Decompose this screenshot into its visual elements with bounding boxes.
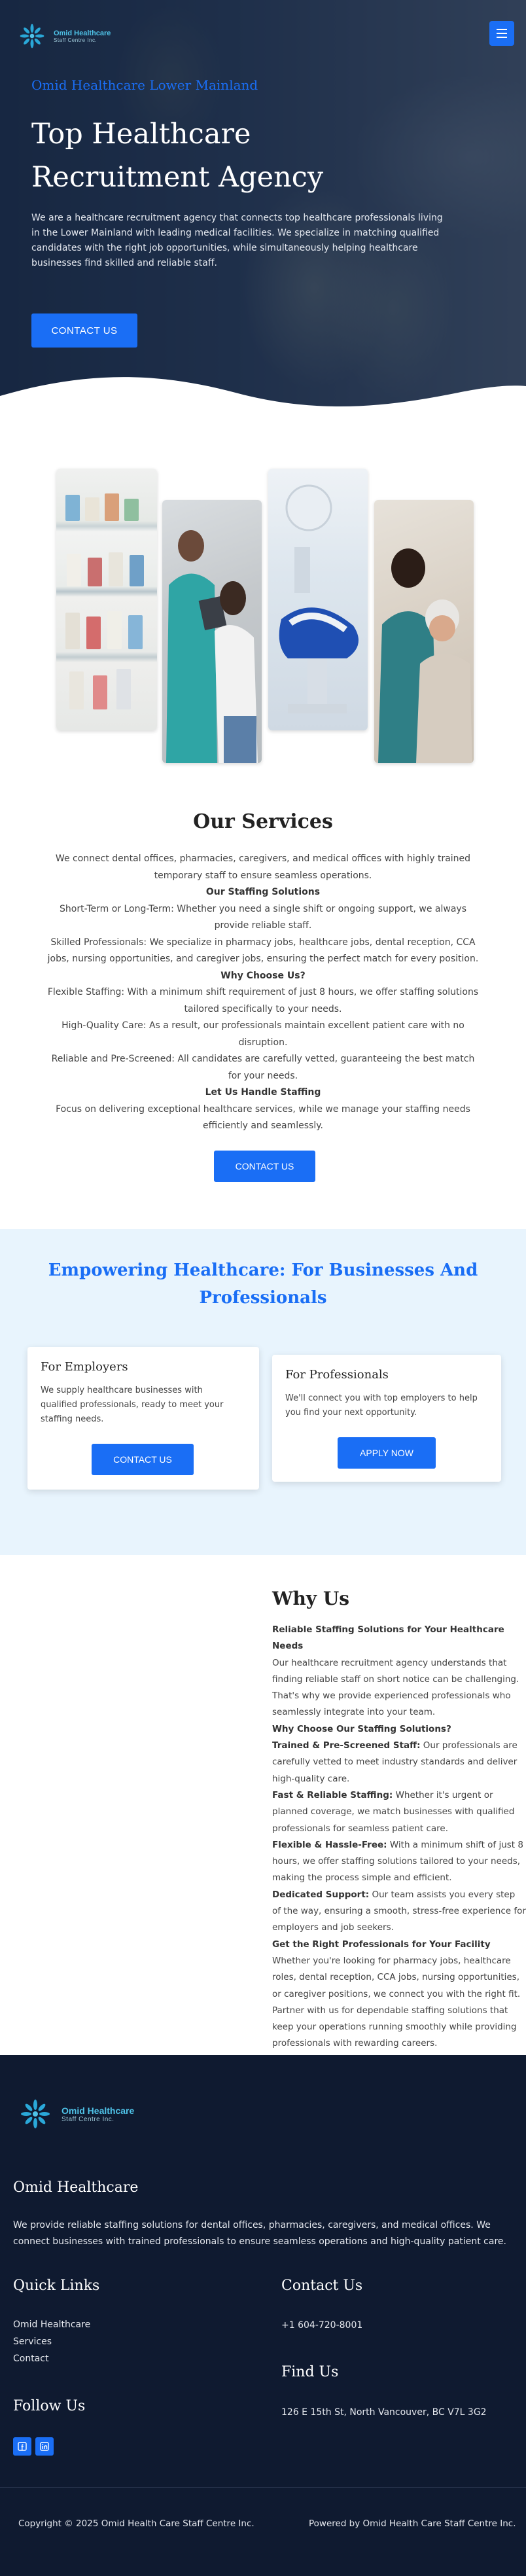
logo-name-line1: Omid Healthcare [61,2105,135,2116]
site-logo[interactable]: Omid Healthcare Staff Centre Inc. [16,20,111,52]
services-contact-button[interactable]: CONTACT US [214,1151,315,1182]
hamburger-icon [497,37,507,38]
footer-description: We provide reliable staffing solutions f… [13,2220,506,2247]
why-us-heading: Get the Right Professionals for Your Fac… [272,1939,491,1950]
why-us-point: Trained & Pre-Screened Staff: Our profes… [272,1740,517,1784]
why-us-point: Fast & Reliable Staffing: Whether it's u… [272,1789,515,1834]
why-us-heading: Reliable Staffing Solutions for Your Hea… [272,1624,504,1652]
hero-eyebrow: Omid Healthcare Lower Mainland [31,77,258,93]
footer-link-services[interactable]: Services [13,2336,52,2347]
hamburger-icon [497,33,507,34]
menu-toggle-button[interactable] [489,21,514,46]
linkedin-icon[interactable] [35,2437,54,2456]
services-subheading: Why Choose Us? [220,970,306,981]
services-subheading: Let Us Handle Staffing [205,1087,321,1098]
why-us-paragraph: Our healthcare recruitment agency unders… [272,1657,519,1718]
why-us-point: Dedicated Support: Our team assists you … [272,1889,526,1933]
nurse-with-patient-image [162,500,262,763]
apply-now-button[interactable]: APPLY NOW [338,1437,436,1469]
employers-card-text: We supply healthcare businesses with qua… [41,1386,224,1424]
services-paragraph: High-Quality Care: As a result, our prof… [61,1020,465,1048]
services-intro: We connect dental offices, pharmacies, c… [55,853,471,881]
footer-phone[interactable]: +1 604-720-8001 [281,2317,362,2334]
follow-us-title: Follow Us [13,2398,86,2414]
services-paragraph: Flexible Staffing: With a minimum shift … [47,987,479,1014]
logo-icon [21,2100,50,2128]
why-us-content: Reliable Staffing Solutions for Your Hea… [272,1622,526,2052]
services-paragraph: Reliable and Pre-Screened: All candidate… [51,1054,475,1081]
employers-card-title: For Employers [41,1360,128,1374]
hero-contact-button[interactable]: CONTACT US [31,313,137,348]
employers-card: For Employers We supply healthcare busin… [27,1347,259,1490]
logo-icon [20,24,44,48]
pharmacy-shelves-image [56,469,157,730]
why-us-point: Flexible & Hassle-Free: With a minimum s… [272,1839,523,1884]
contact-us-title: Contact Us [281,2278,363,2294]
footer-logo[interactable]: Omid Healthcare Staff Centre Inc. [16,2094,134,2134]
footer-address: 126 E 15th St, North Vancouver, BC V7L 3… [281,2407,487,2418]
hero-wave-divider [0,377,526,432]
why-us-heading: Why Choose Our Staffing Solutions? [272,1723,451,1734]
services-paragraph: Skilled Professionals: We specialize in … [47,937,479,965]
find-us-title: Find Us [281,2364,339,2380]
employers-contact-button[interactable]: CONTACT US [92,1444,194,1475]
facebook-icon[interactable] [13,2437,31,2456]
dental-chair-image [268,469,368,730]
why-us-paragraph: Whether you're looking for pharmacy jobs… [272,1955,521,2049]
services-subheading: Our Staffing Solutions [205,887,321,897]
hamburger-icon [497,29,507,30]
caregiver-with-senior-image [374,500,474,763]
professionals-card-text: We'll connect you with top employers to … [285,1393,478,1418]
logo-name-line2: Staff Centre Inc. [54,37,97,43]
hero-title: Top Healthcare Recruitment Agency [31,118,324,194]
footer-divider [0,2487,526,2488]
footer-title: Omid Healthcare [13,2179,139,2196]
quick-links-title: Quick Links [13,2278,100,2294]
services-title: Our Services [193,810,333,833]
footer-link-home[interactable]: Omid Healthcare [13,2319,90,2330]
services-paragraph: Short-Term or Long-Term: Whether you nee… [60,903,466,931]
professionals-card-title: For Professionals [285,1368,389,1382]
why-us-title: Why Us [272,1588,350,1609]
professionals-card: For Professionals We'll connect you with… [272,1355,501,1482]
logo-name-line2: Staff Centre Inc. [61,2115,114,2123]
services-paragraph: Focus on delivering exceptional healthca… [56,1103,470,1132]
copyright-text: Copyright © 2025 Omid Health Care Staff … [18,2518,254,2529]
services-content: We connect dental offices, pharmacies, c… [47,851,479,1135]
footer-link-contact[interactable]: Contact [13,2353,48,2364]
empowering-title: Empowering Healthcare: For Businesses An… [48,1261,478,1308]
hero-description: We are a healthcare recruitment agency t… [31,213,443,268]
powered-by-text: Powered by Omid Health Care Staff Centre… [309,2518,516,2529]
logo-name-line1: Omid Healthcare [54,29,111,37]
